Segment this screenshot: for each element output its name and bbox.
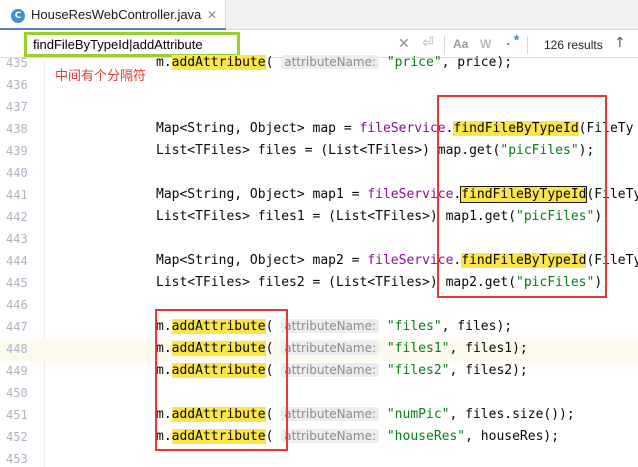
match-case-toggle[interactable]: Aa [453, 37, 468, 51]
close-icon[interactable]: ✕ [398, 36, 410, 52]
tab-close-icon[interactable]: ✕ [207, 8, 217, 22]
code-line: 450 [0, 383, 638, 405]
file-tab[interactable]: C HouseResWebController.java ✕ [0, 0, 226, 31]
whole-words-toggle[interactable]: W [480, 37, 491, 51]
file-tab-title: HouseResWebController.java [31, 7, 202, 22]
parameter-hint: attributeName: [281, 319, 380, 333]
editor-tab-bar: C HouseResWebController.java ✕ [0, 0, 638, 31]
line-number: 440 [6, 166, 28, 180]
parameter-hint: attributeName: [281, 429, 380, 443]
code-line: 449 m.addAttribute( attributeName: "file… [0, 361, 638, 383]
line-number: 442 [6, 210, 28, 224]
code-line: 452 m.addAttribute( attributeName: "hous… [0, 427, 638, 449]
line-number: 446 [6, 298, 28, 312]
line-number: 435 [6, 56, 28, 70]
line-number: 452 [6, 430, 28, 444]
regex-toggle[interactable]: .* [504, 34, 521, 50]
line-number: 448 [6, 342, 28, 356]
search-match: addAttribute [171, 55, 266, 70]
line-number: 450 [6, 386, 28, 400]
line-number: 441 [6, 188, 28, 202]
code-line: 446 [0, 295, 638, 317]
line-number: 445 [6, 276, 28, 290]
line-number: 439 [6, 144, 28, 158]
code-text: m.addAttribute( attributeName: "price", … [156, 55, 513, 70]
results-count: 126 results [544, 38, 603, 52]
annotation-note: 中间有个分隔符 [55, 69, 147, 84]
line-number: 449 [6, 364, 28, 378]
line-number: 447 [6, 320, 28, 334]
line-number: 444 [6, 254, 28, 268]
parameter-hint: attributeName: [281, 341, 380, 355]
new-line-icon[interactable]: ⏎ [422, 35, 434, 51]
code-line: 447 m.addAttribute( attributeName: "file… [0, 317, 638, 339]
line-number: 453 [6, 452, 28, 466]
annotation-box-findfile-matches [437, 95, 607, 298]
line-number: 438 [6, 122, 28, 136]
code-line: 451 m.addAttribute( attributeName: "numP… [0, 405, 638, 427]
line-number: 436 [6, 78, 28, 92]
previous-occurrence-icon[interactable]: ↑ [614, 35, 626, 51]
java-class-icon: C [11, 9, 25, 23]
annotation-box-addattribute-matches [155, 309, 288, 451]
search-query[interactable]: findFileByTypeId|addAttribute [33, 37, 203, 52]
line-number: 443 [6, 232, 28, 246]
parameter-hint: attributeName: [281, 55, 380, 69]
toolbar-separator [444, 36, 445, 54]
parameter-hint: attributeName: [281, 363, 380, 377]
toolbar-separator [527, 36, 528, 54]
line-number: 437 [6, 100, 28, 114]
parameter-hint: attributeName: [281, 407, 380, 421]
current-code-line: 448 m.addAttribute( attributeName: "file… [0, 339, 638, 361]
code-line: 453 [0, 449, 638, 467]
line-number: 451 [6, 408, 28, 422]
